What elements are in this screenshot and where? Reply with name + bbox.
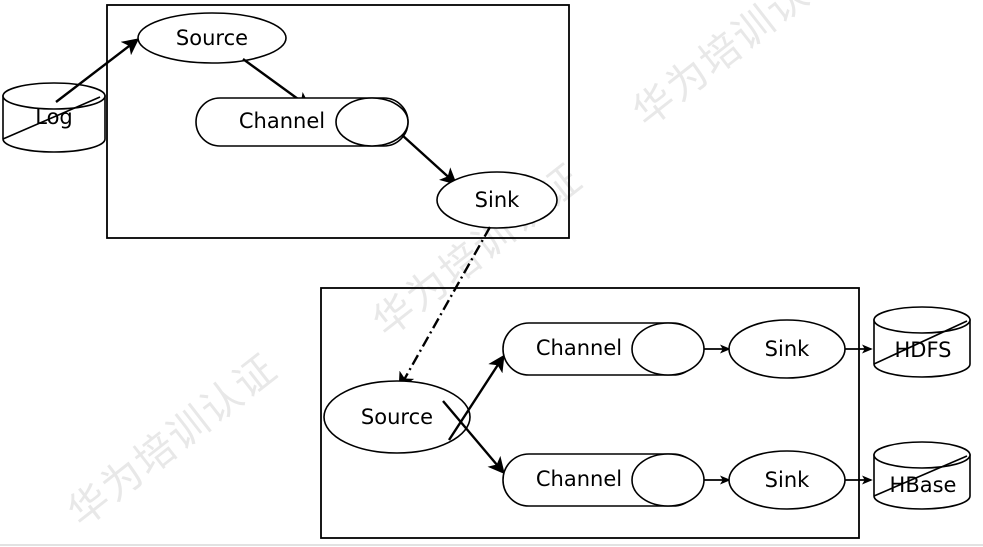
- log-store: Log: [2, 82, 106, 153]
- channel-queue-circle: [631, 453, 705, 507]
- watermark-text: 华为培训认证: [625, 0, 852, 137]
- hbase-cylinder-top: [873, 441, 971, 469]
- log-label: Log: [35, 105, 73, 129]
- hdfs-label: HDFS: [894, 338, 951, 362]
- agent-two-sink-hbase: Sink: [728, 450, 846, 510]
- agent-one-channel: Channel: [195, 97, 409, 147]
- hbase-label: HBase: [890, 473, 957, 497]
- channel-queue-circle: [335, 97, 409, 147]
- agent-two-channel-hbase: Channel: [502, 453, 705, 507]
- channel-label: Channel: [536, 336, 622, 360]
- sink-label: Sink: [475, 188, 520, 212]
- watermark-layer: 华为培训认证 华为培训认证 华为培训认证: [60, 0, 852, 537]
- watermark-text: 华为培训认证: [60, 345, 287, 536]
- agent-two-channel-hdfs: Channel: [502, 322, 705, 376]
- source-label: Source: [361, 405, 433, 429]
- hdfs-store: HDFS: [873, 306, 971, 378]
- channel-label: Channel: [536, 467, 622, 491]
- hbase-store: HBase: [873, 441, 971, 510]
- flume-topology-diagram: 华为培训认证 华为培训认证 华为培训认证 Log Source Channel: [0, 0, 983, 546]
- arrow-channel-to-sink: [401, 134, 458, 185]
- hdfs-cylinder-top: [873, 306, 971, 334]
- diagram-canvas: 华为培训认证 华为培训认证 华为培训认证 Log Source Channel: [0, 0, 983, 547]
- agent-two-source: Source: [323, 380, 471, 454]
- channel-label: Channel: [239, 109, 325, 133]
- agent-two-sink-hdfs: Sink: [728, 319, 846, 379]
- channel-queue-circle: [631, 322, 705, 376]
- agent-one-sink: Sink: [436, 171, 558, 229]
- sink-label: Sink: [765, 337, 810, 361]
- source-label: Source: [176, 26, 248, 50]
- agent-one-source: Source: [137, 12, 287, 64]
- sink-label: Sink: [765, 468, 810, 492]
